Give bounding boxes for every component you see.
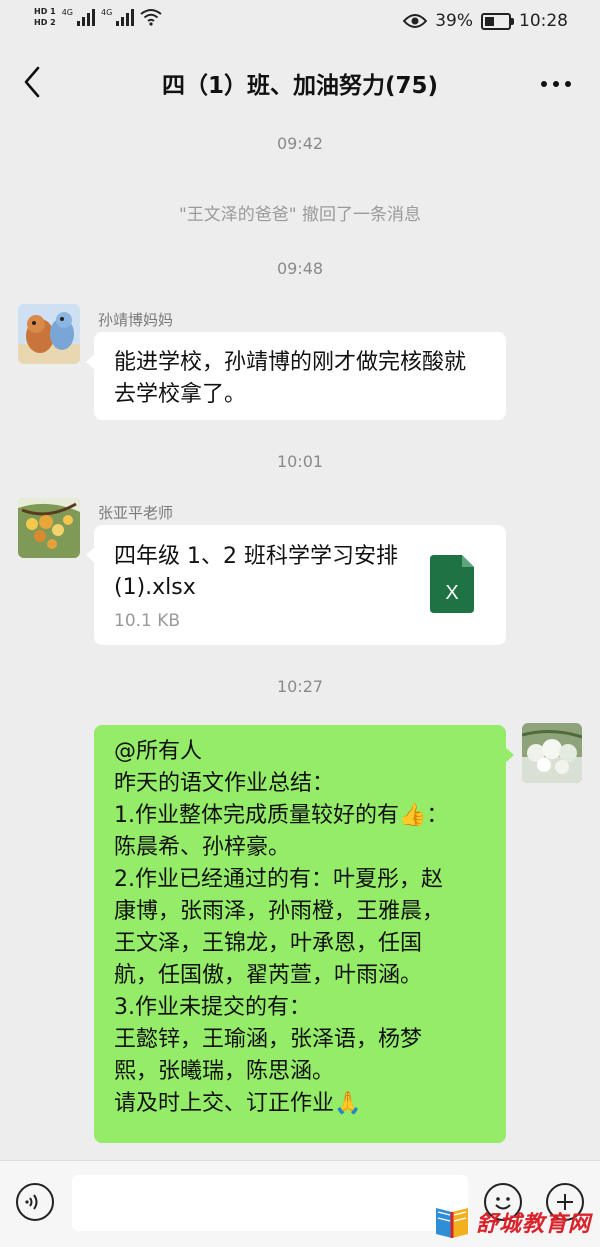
message-line: 陈晨希、孙梓豪。 (114, 835, 291, 860)
message-bubble-self[interactable]: @所有人 昨天的语文作业总结： 1.作业整体完成质量较好的有👍： 陈晨希、孙梓豪… (94, 725, 514, 1143)
clock: 10:28 (519, 11, 568, 31)
more-dots-icon (541, 81, 571, 87)
message-line: 1.作业整体完成质量较好的有👍： (114, 803, 449, 828)
avatar-image (18, 304, 80, 364)
status-bar: HD 1 HD 2 4G 4G 39% 10:28 (0, 0, 600, 44)
timestamp: 10:27 (276, 677, 324, 696)
message-line: 王文泽，王锦龙，叶承恩，任国 (114, 931, 423, 956)
message-text: 能进学校，孙靖博的刚才做完核酸就去学校拿了。 (114, 350, 467, 407)
avatar-image (18, 498, 80, 558)
voice-icon (25, 1194, 38, 1210)
signal-icon-2: 4G (100, 8, 135, 26)
eye-icon (403, 14, 428, 28)
avatar[interactable] (18, 498, 80, 558)
sender-name: 张亚平老师 (98, 504, 174, 522)
message-line: @所有人 (114, 739, 203, 764)
message-bubble[interactable]: 能进学校，孙靖博的刚才做完核酸就去学校拿了。 (86, 332, 506, 420)
avatar-self[interactable] (522, 723, 582, 783)
voice-button[interactable] (16, 1183, 54, 1221)
sender-name: 孙靖博妈妈 (98, 311, 174, 329)
network-type-1: 4G (61, 8, 73, 17)
message-line: 请及时上交、订正作业🙏 (114, 1091, 362, 1116)
message-line: 王懿锌，王瑜涵，张泽语，杨梦 (114, 1027, 423, 1052)
message-line: 康博，张雨泽，孙雨橙，王雅晨， (114, 899, 445, 924)
message-line: 熙，张曦瑞，陈思涵。 (114, 1059, 335, 1084)
watermark: 舒城教育网 (432, 1204, 591, 1240)
signal-icon: 4G (62, 8, 95, 26)
sim1-label: HD 1 (34, 7, 56, 16)
book-logo-icon (436, 1208, 468, 1238)
battery-percent: 39% (435, 11, 473, 31)
message-input[interactable] (72, 1175, 468, 1231)
excel-file-icon: X (430, 555, 474, 613)
avatar-image (522, 723, 582, 783)
recall-notice: "王文泽的爸爸" 撤回了一条消息 (178, 205, 422, 225)
battery-icon (481, 12, 514, 30)
excel-letter: X (445, 582, 458, 604)
timestamp: 09:48 (276, 259, 324, 278)
message-line: 昨天的语文作业总结： (114, 771, 335, 796)
timestamp: 10:01 (276, 452, 324, 471)
sim2-label: HD 2 (34, 18, 56, 27)
chat-header: 四（1）班、加油努力(75) (0, 44, 600, 120)
status-right: 39% 10:28 (403, 11, 568, 31)
more-button[interactable] (540, 66, 572, 94)
wifi-icon (140, 9, 162, 26)
avatar[interactable] (18, 304, 80, 364)
message-line: 2.作业已经通过的有：叶夏彤，赵 (114, 867, 443, 892)
sim-indicator: HD 1 HD 2 (34, 6, 56, 28)
timestamp: 09:42 (276, 134, 324, 153)
chat-title: 四（1）班、加油努力(75) (161, 73, 439, 99)
status-left: HD 1 HD 2 4G 4G (34, 6, 162, 28)
file-message[interactable]: 四年级 1、2 班科学学习安排(1).xlsx 10.1 KB X (86, 525, 506, 645)
network-type-2: 4G (100, 8, 113, 17)
watermark-text: 舒城教育网 (476, 1212, 592, 1237)
message-line: 3.作业未提交的有： (114, 995, 311, 1020)
message-line: 航，任国傲，翟芮萱，叶雨涵。 (114, 963, 423, 988)
file-size: 10.1 KB (114, 611, 181, 631)
file-name: 四年级 1、2 班科学学习安排(1).xlsx (114, 544, 398, 600)
